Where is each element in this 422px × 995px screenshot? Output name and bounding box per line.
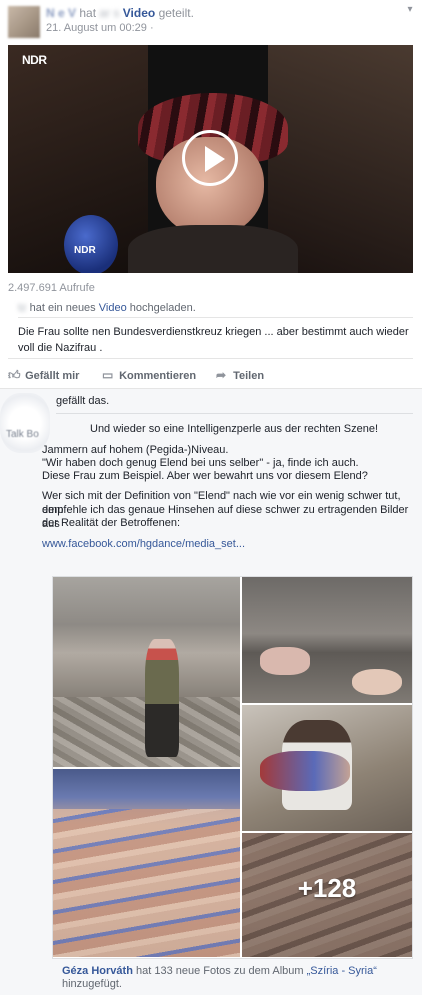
commenter-name[interactable]: Talk Bo [6, 429, 39, 440]
photo-object [352, 669, 402, 695]
chevron-down-icon[interactable]: ▾ [404, 4, 416, 16]
album-photo[interactable] [242, 705, 412, 831]
album-link[interactable]: www.facebook.com/hgdance/media_set... [42, 538, 245, 550]
album-caption-middle: hat 133 neue Fotos zu dem Album [135, 965, 304, 977]
share-label: Teilen [233, 370, 265, 382]
album-title-link[interactable]: „Szíria - Syria“ [307, 965, 377, 977]
photo-object [260, 647, 310, 675]
comment-line: Und wieder so eine Intelligenzperle aus … [90, 423, 379, 435]
divider [56, 413, 413, 414]
album-owner-link[interactable]: Géza Horváth [62, 965, 133, 977]
divider [8, 358, 413, 359]
album-photo[interactable] [53, 577, 240, 767]
comment-line: Jammern auf hohem (Pegida-)Niveau. [42, 444, 229, 456]
comment-line: Diese Frau zum Beispiel. Aber wer bewahr… [42, 470, 368, 482]
play-icon[interactable] [182, 130, 238, 186]
thumbs-up-icon: 👍︎ [8, 368, 21, 382]
album-caption-suffix: hinzugefügt. [62, 978, 122, 990]
comment-line: "Wir haben doch genug Elend bei uns selb… [42, 457, 359, 469]
divider [18, 317, 413, 318]
header-hat: hat [79, 6, 97, 20]
likes-text: gefällt das. [56, 395, 110, 407]
shared-video-link[interactable]: Video [99, 302, 127, 314]
view-count: 2.497.691 Aufrufe [8, 282, 95, 294]
uploaded-suffix: hochgeladen. [129, 302, 196, 314]
ndr-logo: NDR [22, 53, 47, 67]
video-coat [128, 225, 298, 273]
like-label: Gefällt mir [25, 370, 80, 382]
shared-post-text: Die Frau sollte nen Bundesverdienstkreuz… [18, 326, 409, 354]
album-photo[interactable] [242, 577, 412, 703]
photo-person [260, 751, 350, 791]
share-arrow-icon: ➦ [216, 368, 227, 382]
album-photo[interactable] [53, 769, 240, 957]
video-player[interactable]: NDR NDR [8, 45, 413, 273]
comment-button[interactable]: ▭ Kommentieren [102, 368, 196, 382]
speech-bubble-icon: ▭ [102, 368, 114, 382]
microphone [64, 215, 118, 273]
uploaded-prefix: hat ein neues [29, 302, 96, 314]
poster-name[interactable]: N e V [46, 6, 76, 20]
blurred-source: ar s [99, 6, 120, 20]
poster-avatar[interactable] [8, 6, 40, 38]
like-button[interactable]: 👍︎ Gefällt mir [8, 368, 79, 383]
album-caption: Géza Horváth hat 133 neue Fotos zu dem A… [62, 965, 412, 991]
comment-label: Kommentieren [119, 370, 197, 382]
more-photos-count[interactable]: +128 [242, 873, 412, 904]
video-link[interactable]: Video [123, 6, 155, 20]
shared-page-name[interactable]: tz [18, 302, 27, 314]
photo-person [145, 639, 179, 757]
shared-post-header: tz hat ein neues Video hochgeladen. [18, 302, 196, 314]
post-header: N e V hat ar s Video geteilt. [46, 6, 194, 20]
timestamp-text[interactable]: 21. August um 00:29 · [46, 22, 154, 34]
share-button[interactable]: ➦ Teilen [216, 368, 264, 382]
likes-summary: gefällt das. [56, 395, 109, 407]
mic-logo: NDR [74, 245, 96, 256]
post-timestamp[interactable]: 21. August um 00:29 · [46, 22, 154, 34]
photo-texture [53, 809, 240, 957]
comment-line: der Realität der Betroffenen: [42, 517, 180, 529]
header-geteilt: geteilt. [158, 6, 194, 20]
